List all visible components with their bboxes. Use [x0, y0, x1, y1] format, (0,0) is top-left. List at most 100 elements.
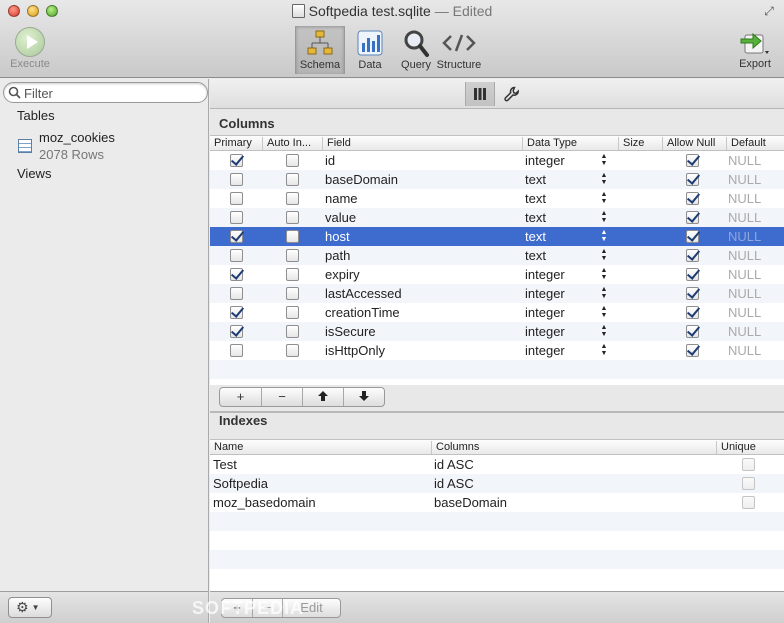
auto-increment-checkbox[interactable] — [286, 249, 299, 262]
data-type[interactable]: integer — [525, 151, 565, 170]
column-row[interactable]: value text ▲ ▼ NULL — [210, 208, 784, 227]
default-value[interactable]: NULL — [728, 246, 761, 265]
field-name[interactable]: path — [325, 246, 350, 265]
data-type-stepper-icon[interactable]: ▲ ▼ — [600, 305, 608, 320]
data-type[interactable]: text — [525, 227, 546, 246]
data-type[interactable]: integer — [525, 303, 565, 322]
allow-null-checkbox[interactable] — [686, 249, 699, 262]
auto-increment-checkbox[interactable] — [286, 306, 299, 319]
index-row[interactable]: moz_basedomain baseDomain — [210, 493, 784, 512]
primary-checkbox[interactable] — [230, 306, 243, 319]
col-header-field[interactable]: Field — [322, 137, 522, 150]
tab-data[interactable]: Data — [345, 26, 395, 74]
data-type-stepper-icon[interactable]: ▲ ▼ — [600, 343, 608, 358]
data-type[interactable]: integer — [525, 265, 565, 284]
col-header-size[interactable]: Size — [618, 137, 662, 150]
field-name[interactable]: isHttpOnly — [325, 341, 385, 360]
field-name[interactable]: host — [325, 227, 350, 246]
field-name[interactable]: id — [325, 151, 335, 170]
allow-null-checkbox[interactable] — [686, 211, 699, 224]
unique-checkbox[interactable] — [742, 477, 755, 490]
move-up-button[interactable] — [302, 388, 343, 406]
primary-checkbox[interactable] — [230, 344, 243, 357]
remove-column-button[interactable]: − — [261, 388, 302, 406]
column-row[interactable]: id integer ▲ ▼ NULL — [210, 151, 784, 170]
allow-null-checkbox[interactable] — [686, 268, 699, 281]
field-name[interactable]: name — [325, 189, 358, 208]
column-row[interactable]: baseDomain text ▲ ▼ NULL — [210, 170, 784, 189]
field-name[interactable]: isSecure — [325, 322, 376, 341]
auto-increment-checkbox[interactable] — [286, 268, 299, 281]
auto-increment-checkbox[interactable] — [286, 344, 299, 357]
data-type-stepper-icon[interactable]: ▲ ▼ — [600, 210, 608, 225]
default-value[interactable]: NULL — [728, 208, 761, 227]
execute-button[interactable]: Execute — [4, 26, 56, 70]
column-row[interactable]: path text ▲ ▼ NULL — [210, 246, 784, 265]
index-row[interactable]: Test id ASC — [210, 455, 784, 474]
allow-null-checkbox[interactable] — [686, 287, 699, 300]
fullscreen-icon[interactable]: ⤢ — [762, 4, 776, 18]
default-value[interactable]: NULL — [728, 227, 761, 246]
allow-null-checkbox[interactable] — [686, 173, 699, 186]
filter-field[interactable] — [3, 82, 208, 103]
sidebar-item-moz-cookies[interactable]: moz_cookies 2078 Rows — [17, 130, 207, 164]
data-type[interactable]: text — [525, 170, 546, 189]
data-type-stepper-icon[interactable]: ▲ ▼ — [600, 248, 608, 263]
index-header-unique[interactable]: Unique — [716, 441, 784, 454]
primary-checkbox[interactable] — [230, 173, 243, 186]
data-type-stepper-icon[interactable]: ▲ ▼ — [600, 191, 608, 206]
col-header-default[interactable]: Default — [726, 137, 784, 150]
col-header-data-type[interactable]: Data Type — [522, 137, 618, 150]
column-row[interactable]: expiry integer ▲ ▼ NULL — [210, 265, 784, 284]
index-header-columns[interactable]: Columns — [431, 441, 716, 454]
index-columns[interactable]: id ASC — [434, 474, 474, 493]
column-row[interactable]: isSecure integer ▲ ▼ NULL — [210, 322, 784, 341]
primary-checkbox[interactable] — [230, 268, 243, 281]
default-value[interactable]: NULL — [728, 303, 761, 322]
split-divider[interactable] — [210, 411, 784, 413]
auto-increment-checkbox[interactable] — [286, 192, 299, 205]
field-name[interactable]: creationTime — [325, 303, 400, 322]
unique-checkbox[interactable] — [742, 458, 755, 471]
filter-input[interactable] — [24, 85, 204, 101]
data-type-stepper-icon[interactable]: ▲ ▼ — [600, 172, 608, 187]
index-name[interactable]: Softpedia — [213, 474, 268, 493]
move-down-button[interactable] — [343, 388, 384, 406]
tab-schema[interactable]: Schema — [295, 26, 345, 74]
data-type[interactable]: text — [525, 189, 546, 208]
column-row[interactable]: host text ▲ ▼ NULL — [210, 227, 784, 246]
data-type[interactable]: integer — [525, 341, 565, 360]
field-name[interactable]: value — [325, 208, 356, 227]
allow-null-checkbox[interactable] — [686, 344, 699, 357]
auto-increment-checkbox[interactable] — [286, 230, 299, 243]
default-value[interactable]: NULL — [728, 170, 761, 189]
index-row[interactable]: Softpedia id ASC — [210, 474, 784, 493]
primary-checkbox[interactable] — [230, 192, 243, 205]
data-type[interactable]: integer — [525, 284, 565, 303]
field-name[interactable]: baseDomain — [325, 170, 398, 189]
tab-structure[interactable]: Structure — [433, 26, 485, 74]
data-type[interactable]: text — [525, 208, 546, 227]
column-row[interactable]: creationTime integer ▲ ▼ NULL — [210, 303, 784, 322]
data-type-stepper-icon[interactable]: ▲ ▼ — [600, 229, 608, 244]
default-value[interactable]: NULL — [728, 341, 761, 360]
field-name[interactable]: lastAccessed — [325, 284, 402, 303]
col-header-auto-increment[interactable]: Auto In... — [262, 137, 322, 150]
add-column-button[interactable]: + — [220, 388, 261, 406]
primary-checkbox[interactable] — [230, 211, 243, 224]
export-button[interactable]: Export — [732, 26, 778, 70]
default-value[interactable]: NULL — [728, 189, 761, 208]
column-row[interactable]: lastAccessed integer ▲ ▼ NULL — [210, 284, 784, 303]
col-header-primary[interactable]: Primary — [210, 137, 262, 150]
default-value[interactable]: NULL — [728, 284, 761, 303]
primary-checkbox[interactable] — [230, 249, 243, 262]
allow-null-checkbox[interactable] — [686, 325, 699, 338]
data-type-stepper-icon[interactable]: ▲ ▼ — [600, 286, 608, 301]
column-row[interactable]: name text ▲ ▼ NULL — [210, 189, 784, 208]
primary-checkbox[interactable] — [230, 287, 243, 300]
auto-increment-checkbox[interactable] — [286, 211, 299, 224]
action-menu-button[interactable]: ⚙ ▼ — [8, 597, 52, 618]
index-name[interactable]: moz_basedomain — [213, 493, 316, 512]
allow-null-checkbox[interactable] — [686, 306, 699, 319]
index-header-name[interactable]: Name — [210, 441, 431, 454]
